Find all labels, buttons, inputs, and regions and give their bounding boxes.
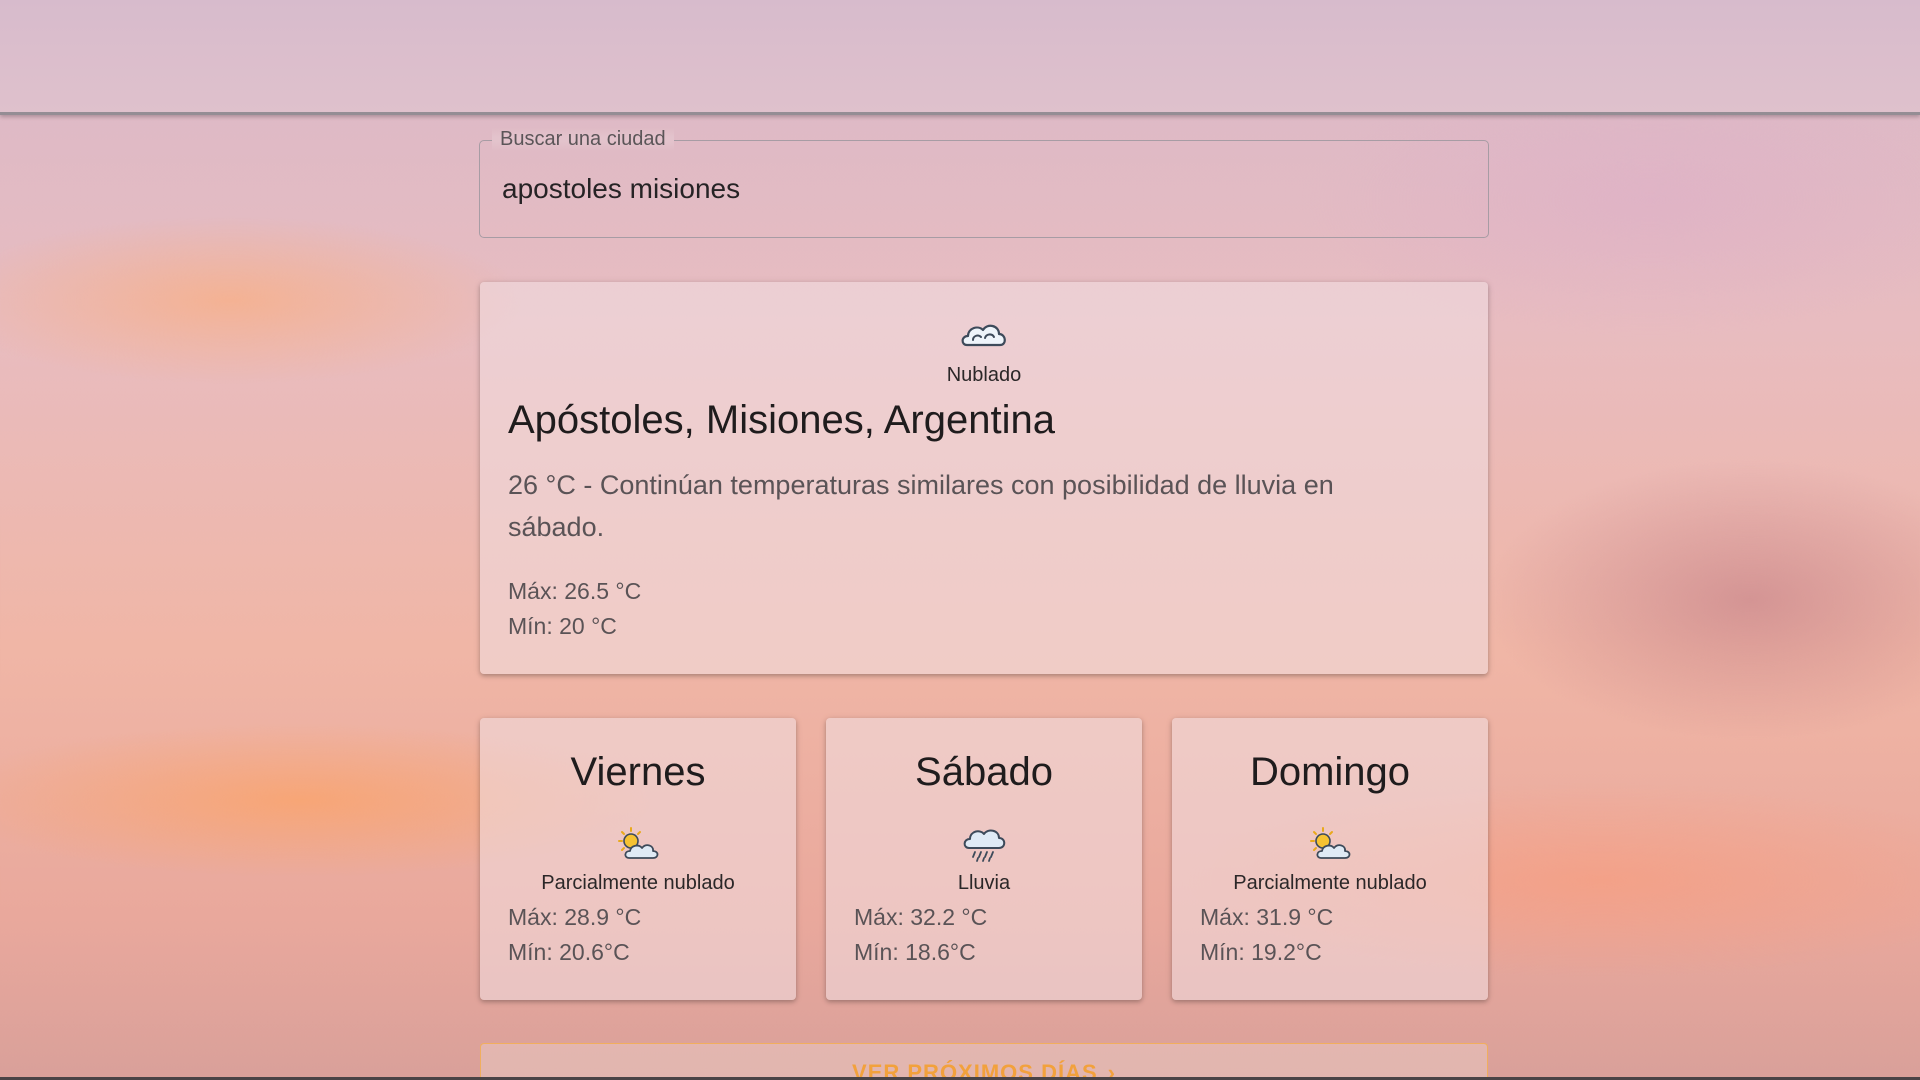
- current-weather-card: Nublado Apóstoles, Misiones, Argentina 2…: [480, 282, 1488, 674]
- current-condition: Nublado: [946, 364, 1022, 386]
- forecast-card-sunday: Domingo Parcialmente nublado Máx: 31.9 °…: [1172, 718, 1488, 1000]
- forecast-min-temp: Mín: 18.6°C: [854, 939, 976, 965]
- forecast-max-temp: Máx: 32.2 °C: [854, 904, 988, 930]
- city-name: Apóstoles, Misiones, Argentina: [508, 398, 1055, 442]
- forecast-card-friday: Viernes Parcialmente nublado Máx: 28.9 °…: [480, 718, 796, 1000]
- top-app-bar: [0, 0, 1920, 115]
- forecast-day: Viernes: [570, 750, 706, 794]
- city-search-field[interactable]: Buscar una ciudad: [479, 128, 1489, 238]
- forecast-condition: Lluvia: [957, 872, 1011, 894]
- forecast-max-temp: Máx: 28.9 °C: [508, 904, 642, 930]
- forecast-day: Domingo: [1249, 750, 1411, 794]
- partly-cloudy-icon: [1310, 827, 1351, 859]
- partly-cloudy-icon: [618, 827, 659, 859]
- forecast-day: Sábado: [915, 750, 1053, 794]
- forecast-card-saturday: Sábado Lluvia Máx: 32.2 °C Mín: 18.6°C: [826, 718, 1142, 1000]
- cloud-icon: [961, 324, 1006, 347]
- current-max-temp: Máx: 26.5 °C: [508, 578, 642, 604]
- current-min-temp: Mín: 20 °C: [508, 613, 617, 639]
- current-description: 26 °C - Continúan temperaturas similares…: [508, 470, 1334, 542]
- see-next-days-button[interactable]: VER PRÓXIMOS DÍAS ›: [480, 1043, 1488, 1080]
- forecast-max-temp: Máx: 31.9 °C: [1200, 904, 1334, 930]
- search-label: Buscar una ciudad: [492, 128, 674, 151]
- rain-icon: [963, 829, 1006, 862]
- search-input[interactable]: [502, 165, 1462, 213]
- forecast-condition: Parcialmente nublado: [1233, 872, 1427, 894]
- forecast-condition: Parcialmente nublado: [541, 872, 735, 894]
- forecast-min-temp: Mín: 19.2°C: [1200, 939, 1322, 965]
- forecast-min-temp: Mín: 20.6°C: [508, 939, 630, 965]
